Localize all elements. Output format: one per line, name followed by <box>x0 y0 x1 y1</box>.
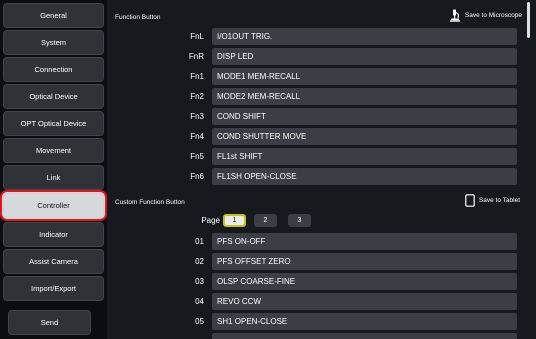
custom-function-assignment-field[interactable]: REVO CCW <box>212 293 517 310</box>
save-to-microscope-label: Save to Microscope <box>464 12 522 19</box>
function-assignment-field[interactable]: FL1st SHIFT <box>212 148 517 165</box>
function-assignment-field[interactable]: FL1SH OPEN-CLOSE <box>212 168 517 185</box>
function-assignment-field[interactable]: MODE1 MEM-RECALL <box>212 68 517 85</box>
function-row: Fn1 MODE1 MEM-RECALL <box>107 68 517 85</box>
sidebar-item-opt-optical-device[interactable]: OPT Optical Device <box>3 111 104 136</box>
function-key-label: Fn5 <box>190 152 204 161</box>
sidebar-item-import-export[interactable]: Import/Export <box>3 276 104 301</box>
sidebar-item-movement[interactable]: Movement <box>3 138 104 163</box>
page-button-2[interactable]: 2 <box>254 214 277 227</box>
function-key-label: Fn6 <box>190 172 204 181</box>
function-row: Fn5 FL1st SHIFT <box>107 148 517 165</box>
sidebar: General System Connection Optical Device… <box>0 0 107 339</box>
custom-function-assignment-field[interactable]: PFS ON-OFF <box>212 233 517 250</box>
function-row: FnR DISP LED <box>107 48 517 65</box>
function-assignment-field[interactable]: I/O1OUT TRIG. <box>212 28 517 45</box>
sidebar-item-connection[interactable]: Connection <box>3 57 104 82</box>
scrollbar[interactable] <box>527 2 530 38</box>
custom-function-assignment-field[interactable]: OLSP COARSE-FINE <box>212 273 517 290</box>
custom-function-assignment-field[interactable]: PFS OFFSET ZERO <box>212 253 517 270</box>
sidebar-item-assist-camera[interactable]: Assist Camera <box>3 249 104 274</box>
microscope-icon <box>449 9 461 22</box>
tablet-icon <box>465 194 475 207</box>
function-row: Fn2 MODE2 MEM-RECALL <box>107 88 517 105</box>
function-key-label: FnL <box>190 32 204 41</box>
custom-function-row: 03 OLSP COARSE-FINE <box>107 273 517 290</box>
function-key-label: Fn2 <box>190 92 204 101</box>
sidebar-item-controller[interactable]: Controller <box>0 190 107 221</box>
custom-function-number: 02 <box>195 257 204 266</box>
function-assignment-field[interactable]: COND SHUTTER MOVE <box>212 128 517 145</box>
function-assignment-field[interactable]: MODE2 MEM-RECALL <box>212 88 517 105</box>
save-to-tablet-button[interactable]: Save to Tablet <box>465 194 520 207</box>
function-key-label: Fn4 <box>190 132 204 141</box>
save-to-tablet-label: Save to Tablet <box>478 197 520 204</box>
page-button-3[interactable]: 3 <box>288 214 311 227</box>
custom-function-number: 01 <box>195 237 204 246</box>
custom-function-row: 05 SH1 OPEN-CLOSE <box>107 313 517 330</box>
custom-function-number: 05 <box>195 317 204 326</box>
function-row: FnL I/O1OUT TRIG. <box>107 28 517 45</box>
function-key-label: Fn3 <box>190 112 204 121</box>
custom-function-row: 01 PFS ON-OFF <box>107 233 517 250</box>
sidebar-item-link[interactable]: Link <box>3 165 104 190</box>
custom-function-number: 03 <box>195 277 204 286</box>
custom-function-button-title: Custom Function Button <box>115 199 185 206</box>
function-row: Fn6 FL1SH OPEN-CLOSE <box>107 168 517 185</box>
sidebar-item-optical-device[interactable]: Optical Device <box>3 84 104 109</box>
page-button-1[interactable]: 1 <box>223 214 246 227</box>
custom-function-assignment-field[interactable]: SH1 OPEN-CLOSE <box>212 313 517 330</box>
page-label: Page <box>201 216 220 225</box>
sidebar-item-indicator[interactable]: Indicator <box>3 222 104 247</box>
function-assignment-field[interactable]: DISP LED <box>212 48 517 65</box>
function-assignment-field[interactable]: COND SHIFT <box>212 108 517 125</box>
main-panel: Function Button Save to Microscope FnL I… <box>107 0 536 339</box>
send-button[interactable]: Send <box>8 310 91 335</box>
save-to-microscope-button[interactable]: Save to Microscope <box>449 9 522 22</box>
function-row: Fn3 COND SHIFT <box>107 108 517 125</box>
function-key-label: Fn1 <box>190 72 204 81</box>
custom-function-row: 04 REVO CCW <box>107 293 517 310</box>
custom-function-row: 02 PFS OFFSET ZERO <box>107 253 517 270</box>
function-row: Fn4 COND SHUTTER MOVE <box>107 128 517 145</box>
custom-function-number: 04 <box>195 297 204 306</box>
custom-function-assignment-field[interactable] <box>212 333 517 339</box>
function-button-title: Function Button <box>115 14 161 21</box>
sidebar-item-system[interactable]: System <box>3 30 104 55</box>
custom-function-row-partial <box>107 333 517 339</box>
settings-window: General System Connection Optical Device… <box>0 0 536 339</box>
function-key-label: FnR <box>188 52 204 61</box>
sidebar-item-general[interactable]: General <box>3 3 104 28</box>
